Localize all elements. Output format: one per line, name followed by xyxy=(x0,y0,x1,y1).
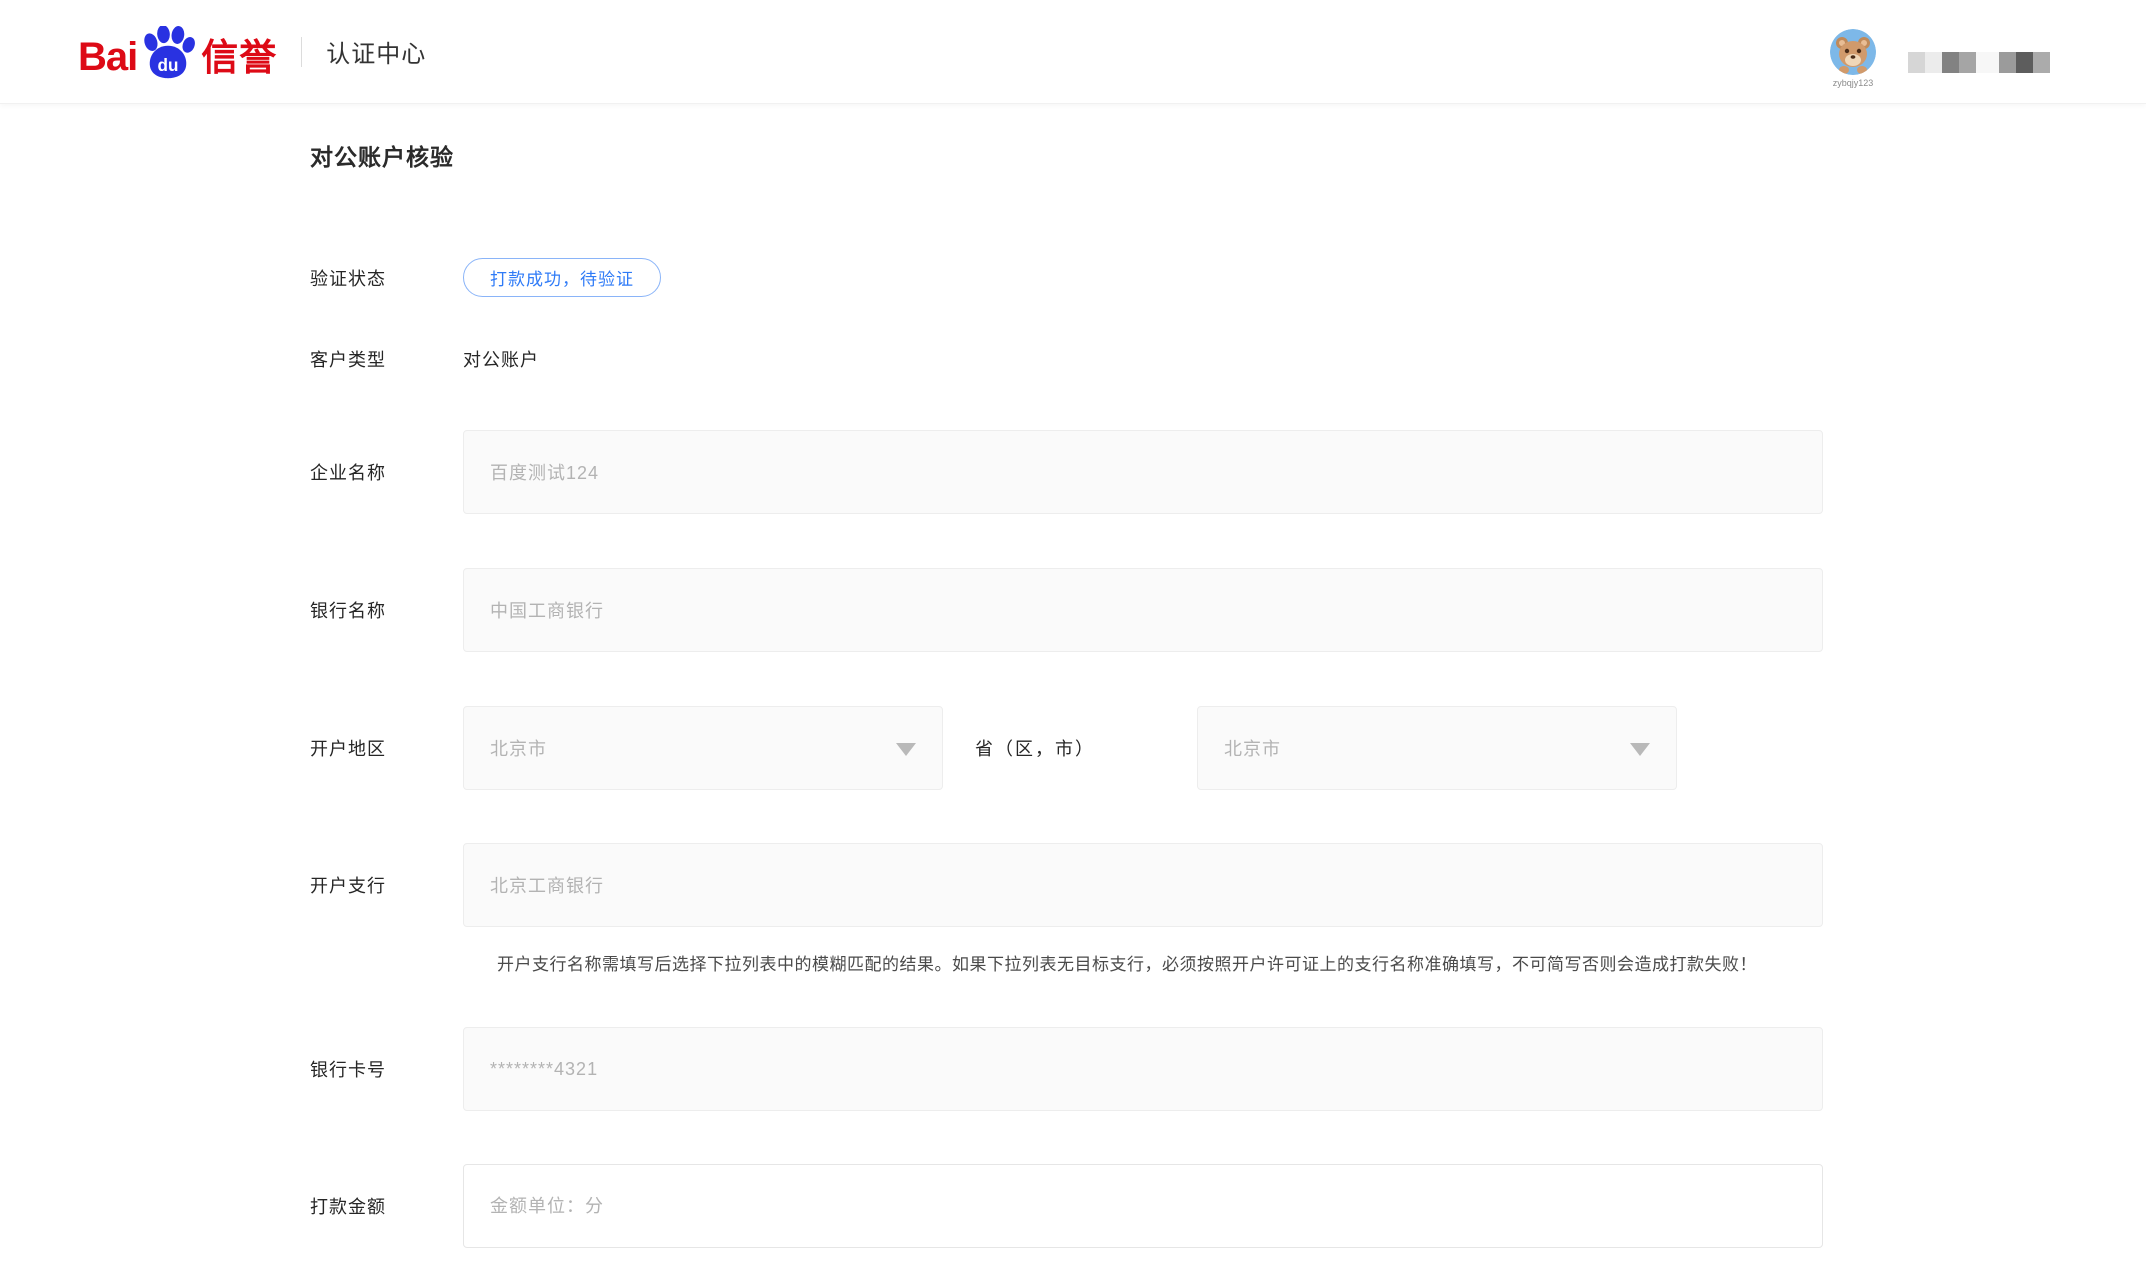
header-divider xyxy=(301,37,302,67)
chevron-down-icon xyxy=(1630,743,1650,756)
field-row-customer-type: 客户类型 对公账户 xyxy=(310,346,1826,372)
baidu-credit-logo[interactable]: Bai du 信誉 xyxy=(78,22,277,81)
amount-label: 打款金额 xyxy=(310,1193,463,1219)
username: zybqjy123 xyxy=(1833,78,1874,88)
province-select-value: 北京市 xyxy=(490,735,547,761)
field-row-bank-name: 银行名称 xyxy=(310,568,1826,652)
chevron-down-icon xyxy=(896,743,916,756)
city-select-value: 北京市 xyxy=(1224,735,1281,761)
status-badge: 打款成功，待验证 xyxy=(463,258,661,297)
province-district-city-label: 省（区，市） xyxy=(975,735,1095,761)
field-row-verify-status: 验证状态 打款成功，待验证 xyxy=(310,258,1826,297)
field-row-company-name: 企业名称 xyxy=(310,430,1826,514)
header-user-area: zybqjy123 xyxy=(1830,15,2050,88)
field-row-branch: 开户支行 xyxy=(310,843,1826,927)
province-select[interactable]: 北京市 xyxy=(463,706,943,790)
svg-text:du: du xyxy=(158,56,179,75)
bank-region-label: 开户地区 xyxy=(310,735,463,761)
field-row-bank-region: 开户地区 北京市 省（区，市） 北京市 xyxy=(310,706,1826,790)
logo-text-xinyu: 信誉 xyxy=(201,35,277,81)
top-header: Bai du 信誉 认证中心 xyxy=(0,0,2146,104)
user-avatar[interactable] xyxy=(1830,29,1876,75)
customer-type-value: 对公账户 xyxy=(463,346,539,372)
company-name-label: 企业名称 xyxy=(310,459,463,485)
amount-input[interactable] xyxy=(463,1164,1823,1248)
logo-text-bai: Bai xyxy=(78,33,137,81)
user-block: zybqjy123 xyxy=(1830,29,1876,88)
page-title: 对公账户核验 xyxy=(310,143,1826,172)
branch-input[interactable] xyxy=(463,843,1823,927)
bank-name-input[interactable] xyxy=(463,568,1823,652)
customer-type-label: 客户类型 xyxy=(310,346,463,372)
main-content: 对公账户核验 验证状态 打款成功，待验证 客户类型 对公账户 企业名称 银行名称… xyxy=(0,143,2146,1248)
card-number-label: 银行卡号 xyxy=(310,1056,463,1082)
baidu-paw-icon: du xyxy=(139,26,197,85)
bank-name-label: 银行名称 xyxy=(310,597,463,623)
city-select[interactable]: 北京市 xyxy=(1197,706,1677,790)
company-name-input[interactable] xyxy=(463,430,1823,514)
redacted-text-blocks xyxy=(1908,52,2050,73)
branch-label: 开户支行 xyxy=(310,872,463,898)
branch-hint-text: 开户支行名称需填写后选择下拉列表中的模糊匹配的结果。如果下拉列表无目标支行，必须… xyxy=(463,948,1823,981)
field-row-card-number: 银行卡号 xyxy=(310,1027,1826,1111)
field-row-amount: 打款金额 xyxy=(310,1164,1826,1248)
card-number-input[interactable] xyxy=(463,1027,1823,1111)
verify-status-label: 验证状态 xyxy=(310,265,463,291)
app-title: 认证中心 xyxy=(326,34,426,69)
